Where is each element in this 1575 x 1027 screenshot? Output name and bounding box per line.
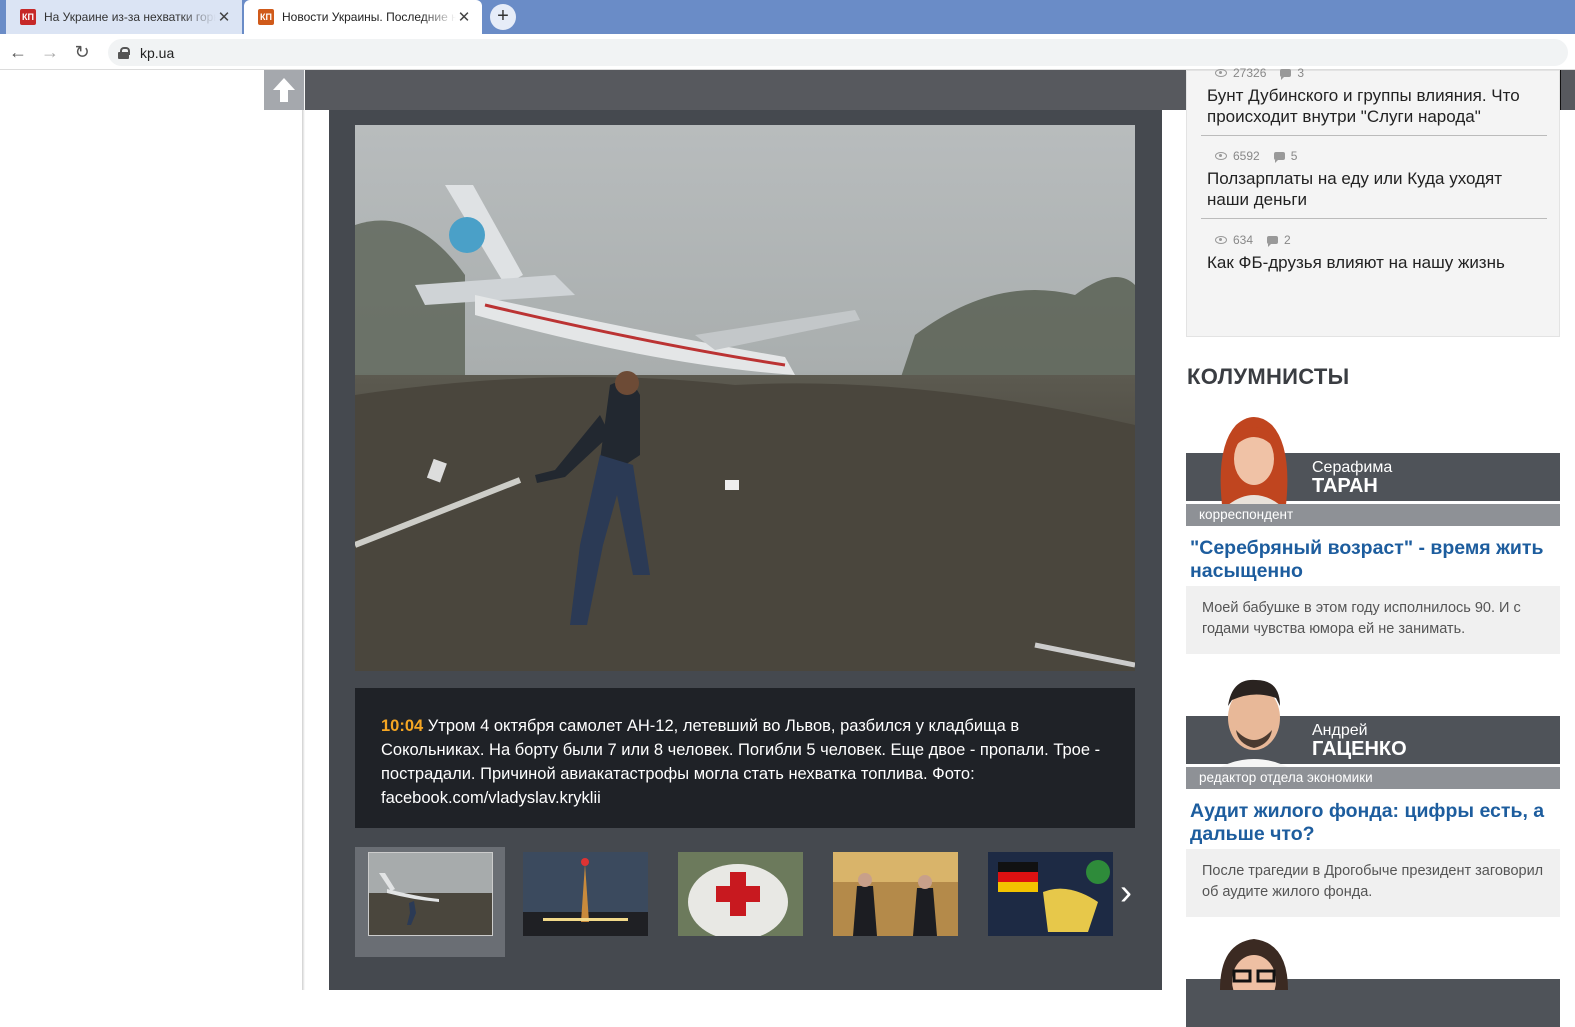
thumbnail-image [833,852,958,936]
columnist-article-title[interactable]: "Серебряный возраст" - время жить насыще… [1190,537,1556,583]
eye-icon [1215,152,1227,160]
columnist-article-title[interactable]: Аудит жилого фонда: цифры есть, а дальше… [1190,800,1556,846]
comments-count: 2 [1284,233,1291,247]
main-photo-plane-crash[interactable] [355,125,1135,671]
popular-articles-box: 27326 3 Бунт Дубинского и группы влияния… [1186,66,1560,337]
divider [1201,218,1547,219]
columnist-last-name: ГАЦЕНКО [1312,738,1407,760]
columnist-avatar [1206,670,1302,768]
divider [1201,135,1547,136]
arrow-up-icon [273,78,295,102]
browser-tab-1[interactable]: КП На Украине из-за нехватки горючего ✕ [6,0,242,34]
forward-arrow-icon[interactable]: → [38,40,62,64]
scroll-to-top-button[interactable] [264,70,304,110]
thumbnail-meeting-room[interactable] [820,847,970,957]
browser-tab-2[interactable]: КП Новости Украины. Последние новости ✕ [244,0,482,34]
columnist-article-lead: Моей бабушке в этом году исполнилось 90.… [1186,586,1560,654]
site-favicon-icon: КП [20,9,36,25]
browser-tab-strip: КП На Украине из-за нехватки горючего ✕ … [0,0,1575,34]
tab-close-icon[interactable]: ✕ [216,8,232,26]
popular-article[interactable]: 634 2 Как ФБ-друзья влияют на нашу жизнь [1201,232,1547,273]
views-count: 6592 [1233,149,1260,163]
site-favicon-icon: КП [258,9,274,25]
eye-icon [1215,236,1227,244]
columnist-role: редактор отдела экономики [1186,767,1560,789]
article-title[interactable]: Ползарплаты на еду или Куда уходят наши … [1201,168,1547,210]
article-title[interactable]: Как ФБ-друзья влияют на нашу жизнь [1201,252,1547,273]
back-arrow-icon[interactable]: ← [6,40,30,64]
article-meta: 6592 5 [1201,148,1547,164]
columnist-article-lead: После трагедии в Дрогобыче президент заг… [1186,849,1560,917]
columnist-avatar [1206,933,1302,990]
comment-icon [1280,69,1292,80]
views-count: 634 [1233,233,1254,247]
comments-count: 5 [1290,149,1298,163]
photo-gallery: 10:04 Утром 4 октября самолет АН-12, лет… [329,110,1162,990]
comment-icon [1267,236,1279,247]
thumbnail-strip: › [355,847,1135,957]
comments-count: 3 [1297,66,1305,80]
popular-article[interactable]: 27326 3 Бунт Дубинского и группы влияния… [1201,65,1547,136]
chevron-right-icon[interactable]: › [1111,867,1141,917]
tab-title: Новости Украины. Последние новости [282,10,456,24]
thumbnail-night-tower[interactable] [510,847,660,957]
photo-caption: 10:04 Утром 4 октября самолет АН-12, лет… [355,688,1135,828]
tab-title: На Украине из-за нехватки горючего [44,10,216,24]
caption-text: Утром 4 октября самолет АН-12, летевший … [381,717,1101,807]
thumbnail-plane-crash[interactable] [355,847,505,957]
thumbnail-image [678,852,803,936]
address-field[interactable]: kp.ua [108,39,1568,66]
thumbnail-red-cross-helmet[interactable] [665,847,815,957]
thumbnail-image [988,852,1113,936]
columnist-last-name: ТАРАН [1312,475,1378,497]
article-title[interactable]: Бунт Дубинского и группы влияния. Что пр… [1201,85,1547,127]
thumbnail-image [523,852,648,936]
page-shadow [302,70,305,990]
web-page: 10:04 Утром 4 октября самолет АН-12, лет… [0,66,1575,1027]
article-meta: 27326 3 [1201,65,1547,81]
comment-icon [1273,152,1285,163]
thumbnail-protest-flags[interactable] [975,847,1125,957]
thumbnail-image [368,852,493,936]
columnist-role: корреспондент [1186,504,1560,526]
popular-article[interactable]: 6592 5 Ползарплаты на еду или Куда уходя… [1201,148,1547,219]
columnists-heading: КОЛУМНИСТЫ [1187,364,1350,389]
plane-crash-image [355,125,1135,671]
lock-icon [118,46,130,59]
tab-close-icon[interactable]: ✕ [456,8,472,26]
url-text: kp.ua [140,44,175,61]
columnist-avatar [1206,407,1302,505]
eye-icon [1215,69,1227,77]
reload-icon[interactable]: ↻ [70,40,94,64]
new-tab-plus-icon[interactable]: + [490,4,516,30]
article-meta: 634 2 [1201,232,1547,248]
views-count: 27326 [1233,66,1267,80]
caption-time: 10:04 [381,717,424,735]
